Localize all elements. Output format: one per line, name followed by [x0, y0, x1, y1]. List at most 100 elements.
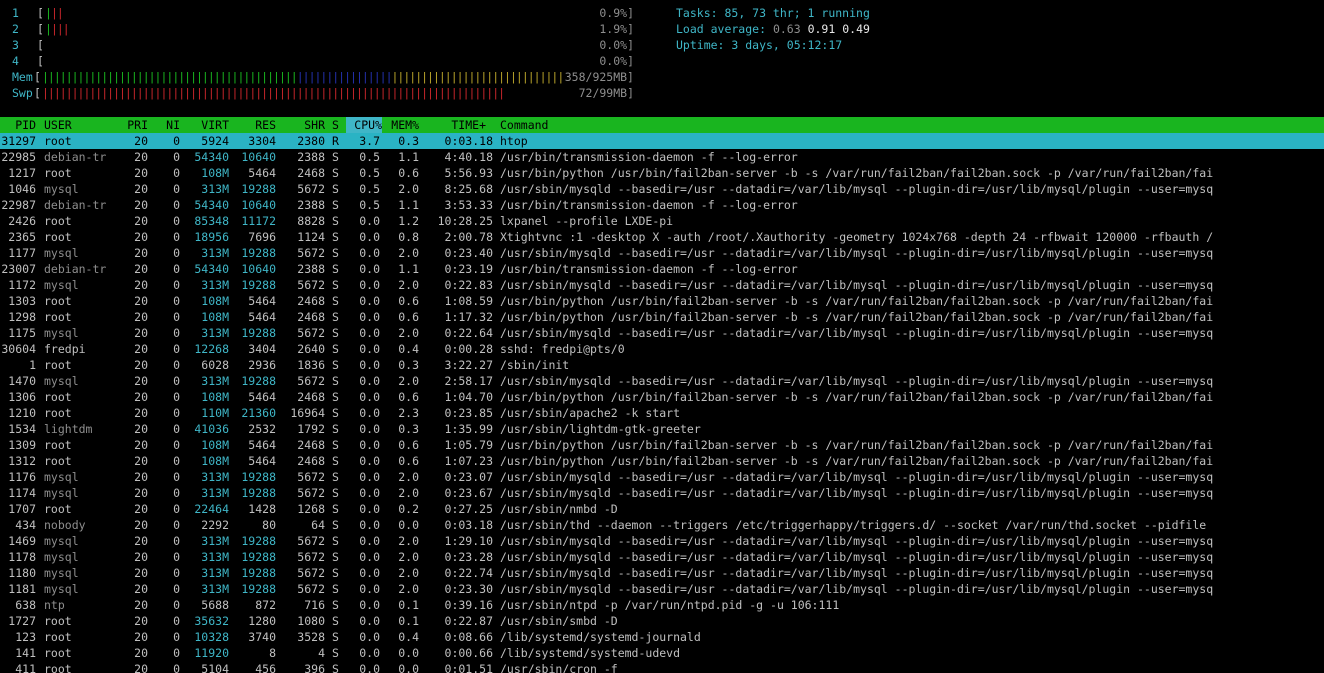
header-ni[interactable]: NI	[155, 117, 180, 133]
table-row[interactable]: 141 root 20 0 11920 8 4 S 0.0 0.0 0:00.66/lib/syst…	[0, 645, 1324, 661]
meter-value: 0.9%]	[599, 6, 634, 20]
cell-state: S	[332, 550, 339, 564]
cell-time: 0:22.87	[444, 614, 493, 628]
cell-virt: 313M	[201, 566, 229, 580]
cell-time: 0:22.64	[444, 326, 493, 340]
table-row[interactable]: 1175 mysql 20 0 313M 19288 5672 S 0.0 2.0 0:22.64 /…	[0, 325, 1324, 341]
table-row[interactable]: 1181 mysql 20 0 313M 19288 5672 S 0.0 2.0 0:23.30 /…	[0, 581, 1324, 597]
header-user[interactable]: USER	[44, 117, 72, 133]
table-row[interactable]: 30604 fredpi 20 0 12268 3404 2640 S 0.0 0.4 0:00.2…	[0, 341, 1324, 357]
header-time[interactable]: TIME+	[428, 117, 486, 133]
table-row[interactable]: 2365 root 20 0 18956 7696 1124 S 0.0 0.8 2:00.78 Xt…	[0, 229, 1324, 245]
table-row[interactable]: 1303 root 20 0 108M 5464 2468 S 0.0 0.6 1:08.59/us…	[0, 293, 1324, 309]
cell-time: 0:03.18	[444, 134, 493, 148]
meter-2: 2 [|||| 1.9%]	[0, 21, 640, 37]
cell-pid: 1177	[8, 246, 36, 260]
table-row[interactable]: 1176 mysql 20 0 313M 19288 5672 S 0.0 2.0 0:23.07 /…	[0, 469, 1324, 485]
cell-pid: 23007	[1, 262, 36, 276]
header-cpu-sorted[interactable]: CPU%	[346, 117, 382, 133]
table-row[interactable]: 1469 mysql 20 0 313M 19288 5672 S 0.0 2.0 1:29.10 /…	[0, 533, 1324, 549]
table-row[interactable]: 1217 root 20 0 108M 5464 2468 S 0.5 0.6 5:56.93/us…	[0, 165, 1324, 181]
table-row[interactable]: 1306 root 20 0 108M 5464 2468 S 0.0 0.6 1:04.70/us…	[0, 389, 1324, 405]
header-pri[interactable]: PRI	[118, 117, 148, 133]
cell-user: root	[44, 310, 72, 324]
cell-shr: 5672	[297, 374, 325, 388]
table-row[interactable]: 2426 root 20 0 85348 11172 8828 S 0.0 1.2 10:28.25…	[0, 213, 1324, 229]
table-row[interactable]: 1177 mysql 20 0 313M 19288 5672 S 0.0 2.0 0:23.40 /…	[0, 245, 1324, 261]
cell-user: mysql	[44, 486, 79, 500]
cell-ni: 0	[173, 534, 180, 548]
cell-pri: 20	[134, 582, 148, 596]
cell-cpu: 0.0	[359, 390, 380, 404]
cell-state: S	[332, 486, 339, 500]
table-row[interactable]: 411 root 20 0 5104 456 396 S 0.0 0.0 0:01.51/usr/s…	[0, 661, 1324, 673]
table-row[interactable]: 1707 root 20 0 22464 1428 1268 S 0.0 0.2 0:27.25/u…	[0, 501, 1324, 517]
cell-command: /usr/bin/python /usr/bin/fail2ban-server…	[500, 454, 1214, 468]
cell-pri: 20	[134, 550, 148, 564]
table-row[interactable]: 638 ntp 20 0 5688 872 716 S 0.0 0.1 0:39.16/usr/sb…	[0, 597, 1324, 613]
table-row[interactable]: 22987 debian-tr 20 0 54340 10640 2388 S 0.5 1.1 3:…	[0, 197, 1324, 213]
table-row[interactable]: 1172 mysql 20 0 313M 19288 5672 S 0.0 2.0 0:22.83 /…	[0, 277, 1324, 293]
cell-user: root	[44, 230, 72, 244]
table-row[interactable]: 1 root 20 0 6028 2936 1836 S 0.0 0.3 3:22.27/sbin/…	[0, 357, 1324, 373]
cell-time: 1:35.99	[444, 422, 493, 436]
cell-user: root	[44, 454, 72, 468]
cell-user: root	[44, 214, 72, 228]
table-row-selected[interactable]: 31297 root 20 0 5924 3304 2380 R 3.7 0.3 0:03.18 ht…	[0, 133, 1324, 149]
cell-pid: 638	[15, 598, 36, 612]
cell-user: root	[44, 614, 72, 628]
table-row[interactable]: 1312 root 20 0 108M 5464 2468 S 0.0 0.6 1:07.23/us…	[0, 453, 1324, 469]
cell-state: S	[332, 566, 339, 580]
header-mem[interactable]: MEM%	[386, 117, 419, 133]
cell-command: /usr/bin/python /usr/bin/fail2ban-server…	[500, 390, 1214, 404]
cell-virt: 313M	[201, 246, 229, 260]
cell-state: S	[332, 630, 339, 644]
table-row[interactable]: 1210 root 20 0 110M 21360 16964 S 0.0 2.3 0:23.85 /…	[0, 405, 1324, 421]
table-row[interactable]: 1180 mysql 20 0 313M 19288 5672 S 0.0 2.0 0:22.74 /…	[0, 565, 1324, 581]
table-row[interactable]: 23007 debian-tr 20 0 54340 10640 2388 S 0.0 1.1 0:…	[0, 261, 1324, 277]
cell-cpu: 0.0	[359, 534, 380, 548]
cell-virt: 108M	[201, 294, 229, 308]
header-shr[interactable]: SHR	[280, 117, 325, 133]
header-virt[interactable]: VIRT	[186, 117, 229, 133]
cell-pri: 20	[134, 246, 148, 260]
table-row[interactable]: 1727 root 20 0 35632 1280 1080 S 0.0 0.1 0:22.87/u…	[0, 613, 1324, 629]
cell-mem: 0.3	[398, 358, 419, 372]
cell-mem: 2.0	[398, 486, 419, 500]
cell-virt: 12268	[194, 342, 229, 356]
header-pid[interactable]: PID	[0, 117, 36, 133]
cell-ni: 0	[173, 454, 180, 468]
cell-res: 7696	[248, 230, 276, 244]
table-row[interactable]: 1470 mysql 20 0 313M 19288 5672 S 0.0 2.0 2:58.17 /…	[0, 373, 1324, 389]
cell-pri: 20	[134, 422, 148, 436]
header-state[interactable]: S	[332, 117, 339, 133]
table-row[interactable]: 123 root 20 0 10328 3740 3528 S 0.0 0.4 0:08.66/li…	[0, 629, 1324, 645]
table-row[interactable]: 1309 root 20 0 108M 5464 2468 S 0.0 0.6 1:05.79/us…	[0, 437, 1324, 453]
cell-mem: 2.0	[398, 326, 419, 340]
cell-time: 1:07.23	[444, 454, 493, 468]
cell-cpu: 0.5	[359, 166, 380, 180]
meter-value: 0.0%]	[599, 38, 634, 52]
header-command[interactable]: Command	[500, 117, 548, 133]
table-row[interactable]: 22985 debian-tr 20 0 54340 10640 2388 S 0.5 1.1 4:…	[0, 149, 1324, 165]
meter-value: 0.0%]	[599, 54, 634, 68]
meter-label: 1	[12, 6, 19, 20]
cell-res: 5464	[248, 454, 276, 468]
cell-cpu: 0.0	[359, 662, 380, 673]
cell-res: 5464	[248, 438, 276, 452]
table-row[interactable]: 1298 root 20 0 108M 5464 2468 S 0.0 0.6 1:17.32/us…	[0, 309, 1324, 325]
table-row[interactable]: 1534 lightdm 20 0 41036 2532 1792 S 0.0 0.3 1:35.9…	[0, 421, 1324, 437]
cell-virt: 313M	[201, 534, 229, 548]
cell-mem: 0.6	[398, 390, 419, 404]
table-row[interactable]: 1174 mysql 20 0 313M 19288 5672 S 0.0 2.0 0:23.67 /…	[0, 485, 1324, 501]
table-row[interactable]: 1046 mysql 20 0 313M 19288 5672 S 0.5 2.0 8:25.68 /…	[0, 181, 1324, 197]
header-res[interactable]: RES	[232, 117, 276, 133]
cell-mem: 2.0	[398, 470, 419, 484]
cell-user: root	[44, 166, 72, 180]
table-row[interactable]: 434 nobody 20 0 2292 80 64 S 0.0 0.0 0:03.18/usr/s…	[0, 517, 1324, 533]
table-row[interactable]: 1178 mysql 20 0 313M 19288 5672 S 0.0 2.0 0:23.28 /…	[0, 549, 1324, 565]
cell-mem: 1.1	[398, 150, 419, 164]
cell-ni: 0	[173, 294, 180, 308]
meter-bracket-open: [	[37, 54, 44, 68]
cell-state: S	[332, 390, 339, 404]
